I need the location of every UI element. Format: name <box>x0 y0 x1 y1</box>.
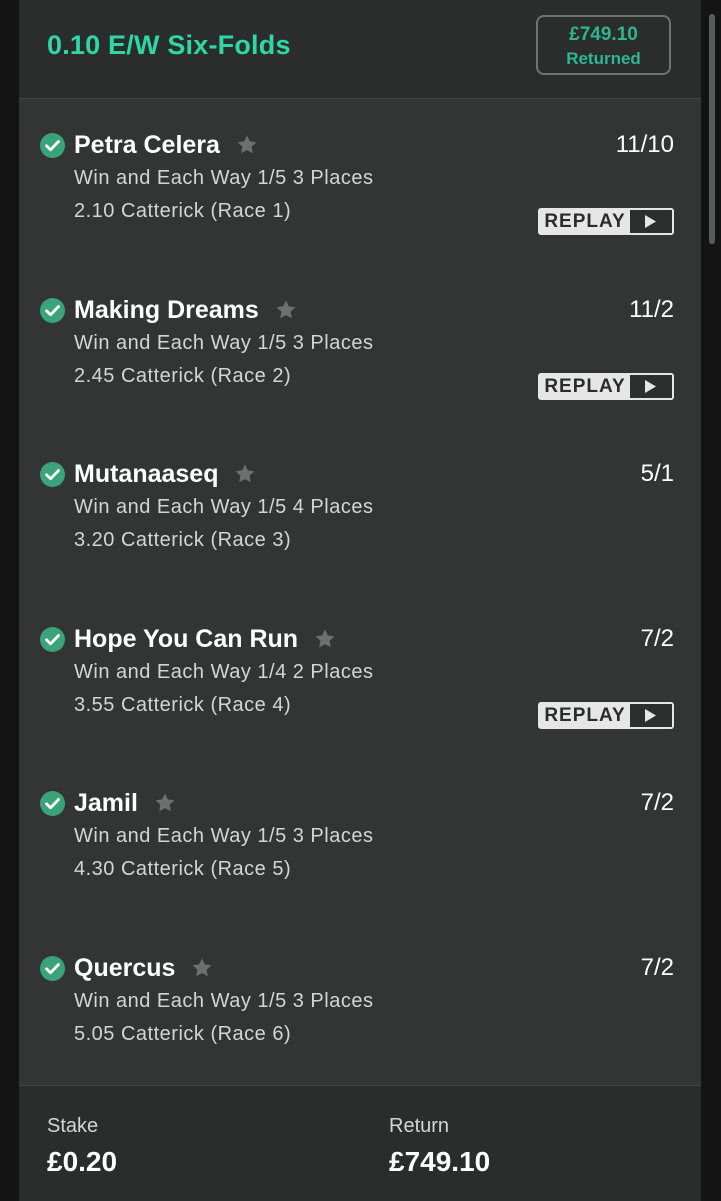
star-icon[interactable] <box>191 953 213 987</box>
scrollbar[interactable] <box>709 14 715 244</box>
horse-name-text: Quercus <box>74 953 176 982</box>
check-circle-icon <box>40 955 65 981</box>
odds: 7/2 <box>640 953 674 981</box>
horse-name-text: Petra Celera <box>74 131 220 159</box>
play-icon <box>630 210 672 233</box>
returned-amount: £749.10 <box>569 24 638 45</box>
odds: 7/2 <box>640 624 674 652</box>
replay-button[interactable]: REPLAY <box>538 701 674 729</box>
horse-name-text: Jamil <box>74 789 138 817</box>
star-icon[interactable] <box>234 459 256 493</box>
star-icon[interactable] <box>314 624 336 658</box>
star-icon[interactable] <box>154 788 176 822</box>
horse-name: Making Dreams <box>74 293 297 329</box>
check-circle-icon <box>40 133 65 158</box>
check-circle-icon <box>40 462 65 487</box>
horse-name-text: Mutanaaseq <box>74 460 219 488</box>
market-text: Win and Each Way 1/5 3 Places <box>74 167 374 189</box>
replay-label: REPLAY <box>540 374 630 398</box>
return-label: Return <box>389 1115 450 1137</box>
race-text: 2.10 Catterick (Race 1) <box>74 200 292 222</box>
race-text: 4.30 Catterick (Race 5) <box>74 858 292 880</box>
market-text: Win and Each Way 1/5 3 Places <box>74 825 374 847</box>
horse-name: Jamil <box>74 786 176 822</box>
race-text: 3.55 Catterick (Race 4) <box>74 693 292 716</box>
odds: 7/2 <box>640 789 674 816</box>
play-icon <box>630 374 672 398</box>
selection-row: Mutanaaseq 5/1 Win and Each Way 1/5 4 Plac… <box>19 457 701 607</box>
stake-label: Stake <box>47 1115 99 1137</box>
odds: 5/1 <box>640 460 674 487</box>
horse-name: Quercus <box>74 951 213 987</box>
horse-name: Petra Celera <box>74 128 258 164</box>
replay-label: REPLAY <box>540 210 630 233</box>
odds: 11/2 <box>629 295 674 323</box>
play-icon <box>630 703 672 727</box>
check-circle-icon <box>40 297 65 323</box>
return-value: £749.10 <box>389 1146 491 1177</box>
returned-badge: £749.10 Returned <box>536 15 671 75</box>
check-circle-icon <box>40 791 65 816</box>
bet-title: 0.10 E/W Six-Folds <box>47 30 291 60</box>
selection-row: Making Dreams 11/2 Win and Each Way 1/5 3 … <box>19 293 701 443</box>
horse-name-text: Making Dreams <box>74 295 259 324</box>
selection-row: Petra Celera 11/10 Win and Each Way 1/5 3 … <box>19 128 701 278</box>
returned-label: Returned <box>566 49 641 68</box>
star-icon[interactable] <box>275 295 297 329</box>
replay-button[interactable]: REPLAY <box>538 208 674 235</box>
odds: 11/10 <box>615 131 674 158</box>
horse-name: Mutanaaseq <box>74 457 256 493</box>
bet-card: 0.10 E/W Six-Folds £749.10 Returned Petr… <box>19 0 701 1201</box>
race-text: 5.05 Catterick (Race 6) <box>74 1022 292 1045</box>
check-circle-icon <box>40 626 65 652</box>
selection-row: Hope You Can Run 7/2 Win and Each Way 1/4 … <box>19 622 701 772</box>
selection-row: Quercus 7/2 Win and Each Way 1/5 3 Places 5… <box>19 951 701 1101</box>
bet-footer: Stake £0.20 Return £749.10 <box>19 1085 701 1201</box>
market-text: Win and Each Way 1/5 3 Places <box>74 331 374 354</box>
selection-row: Jamil 7/2 Win and Each Way 1/5 3 Places 4.3… <box>19 786 701 936</box>
star-icon[interactable] <box>236 130 258 164</box>
stake-value: £0.20 <box>47 1146 118 1177</box>
race-text: 2.45 Catterick (Race 2) <box>74 364 292 387</box>
market-text: Win and Each Way 1/5 4 Places <box>74 496 374 518</box>
replay-button[interactable]: REPLAY <box>538 372 674 400</box>
market-text: Win and Each Way 1/4 2 Places <box>74 660 374 683</box>
replay-label: REPLAY <box>540 703 630 727</box>
race-text: 3.20 Catterick (Race 3) <box>74 529 292 551</box>
horse-name-text: Hope You Can Run <box>74 624 299 653</box>
bet-header: 0.10 E/W Six-Folds £749.10 Returned <box>19 0 701 99</box>
market-text: Win and Each Way 1/5 3 Places <box>74 989 374 1012</box>
horse-name: Hope You Can Run <box>74 622 336 658</box>
